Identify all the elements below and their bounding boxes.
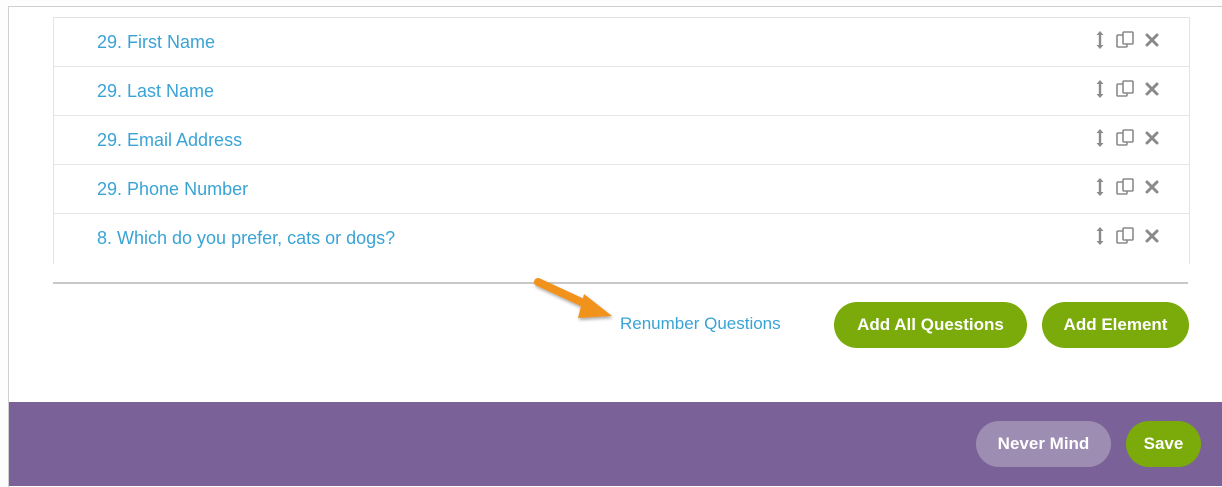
- row-actions: [1095, 226, 1159, 251]
- reorder-icon[interactable]: [1095, 226, 1105, 251]
- question-label[interactable]: 29. Email Address: [97, 116, 242, 164]
- question-label[interactable]: 8. Which do you prefer, cats or dogs?: [97, 214, 395, 262]
- add-all-questions-button[interactable]: Add All Questions: [834, 302, 1027, 348]
- question-row[interactable]: 29. Phone Number: [54, 165, 1189, 214]
- row-actions: [1095, 30, 1159, 55]
- question-label[interactable]: 29. First Name: [97, 18, 215, 66]
- reorder-icon[interactable]: [1095, 30, 1105, 55]
- delete-icon[interactable]: [1145, 180, 1159, 199]
- copy-icon[interactable]: [1115, 79, 1135, 104]
- row-actions: [1095, 177, 1159, 202]
- section-divider: [53, 282, 1188, 284]
- question-list: 29. First Name 29. Last Name 29. Email A…: [53, 17, 1190, 264]
- row-actions: [1095, 79, 1159, 104]
- question-label[interactable]: 29. Last Name: [97, 67, 214, 115]
- question-row[interactable]: 29. First Name: [54, 18, 1189, 67]
- renumber-questions-link[interactable]: Renumber Questions: [620, 314, 781, 334]
- save-button[interactable]: Save: [1126, 421, 1201, 467]
- question-row[interactable]: 29. Last Name: [54, 67, 1189, 116]
- question-row[interactable]: 29. Email Address: [54, 116, 1189, 165]
- copy-icon[interactable]: [1115, 177, 1135, 202]
- question-row[interactable]: 8. Which do you prefer, cats or dogs?: [54, 214, 1189, 262]
- reorder-icon[interactable]: [1095, 79, 1105, 104]
- copy-icon[interactable]: [1115, 128, 1135, 153]
- delete-icon[interactable]: [1145, 131, 1159, 150]
- reorder-icon[interactable]: [1095, 128, 1105, 153]
- copy-icon[interactable]: [1115, 30, 1135, 55]
- annotation-arrow-icon: [528, 268, 620, 331]
- copy-icon[interactable]: [1115, 226, 1135, 251]
- question-label[interactable]: 29. Phone Number: [97, 165, 248, 213]
- add-element-button[interactable]: Add Element: [1042, 302, 1189, 348]
- reorder-icon[interactable]: [1095, 177, 1105, 202]
- row-actions: [1095, 128, 1159, 153]
- delete-icon[interactable]: [1145, 33, 1159, 52]
- delete-icon[interactable]: [1145, 229, 1159, 248]
- never-mind-button[interactable]: Never Mind: [976, 421, 1111, 467]
- delete-icon[interactable]: [1145, 82, 1159, 101]
